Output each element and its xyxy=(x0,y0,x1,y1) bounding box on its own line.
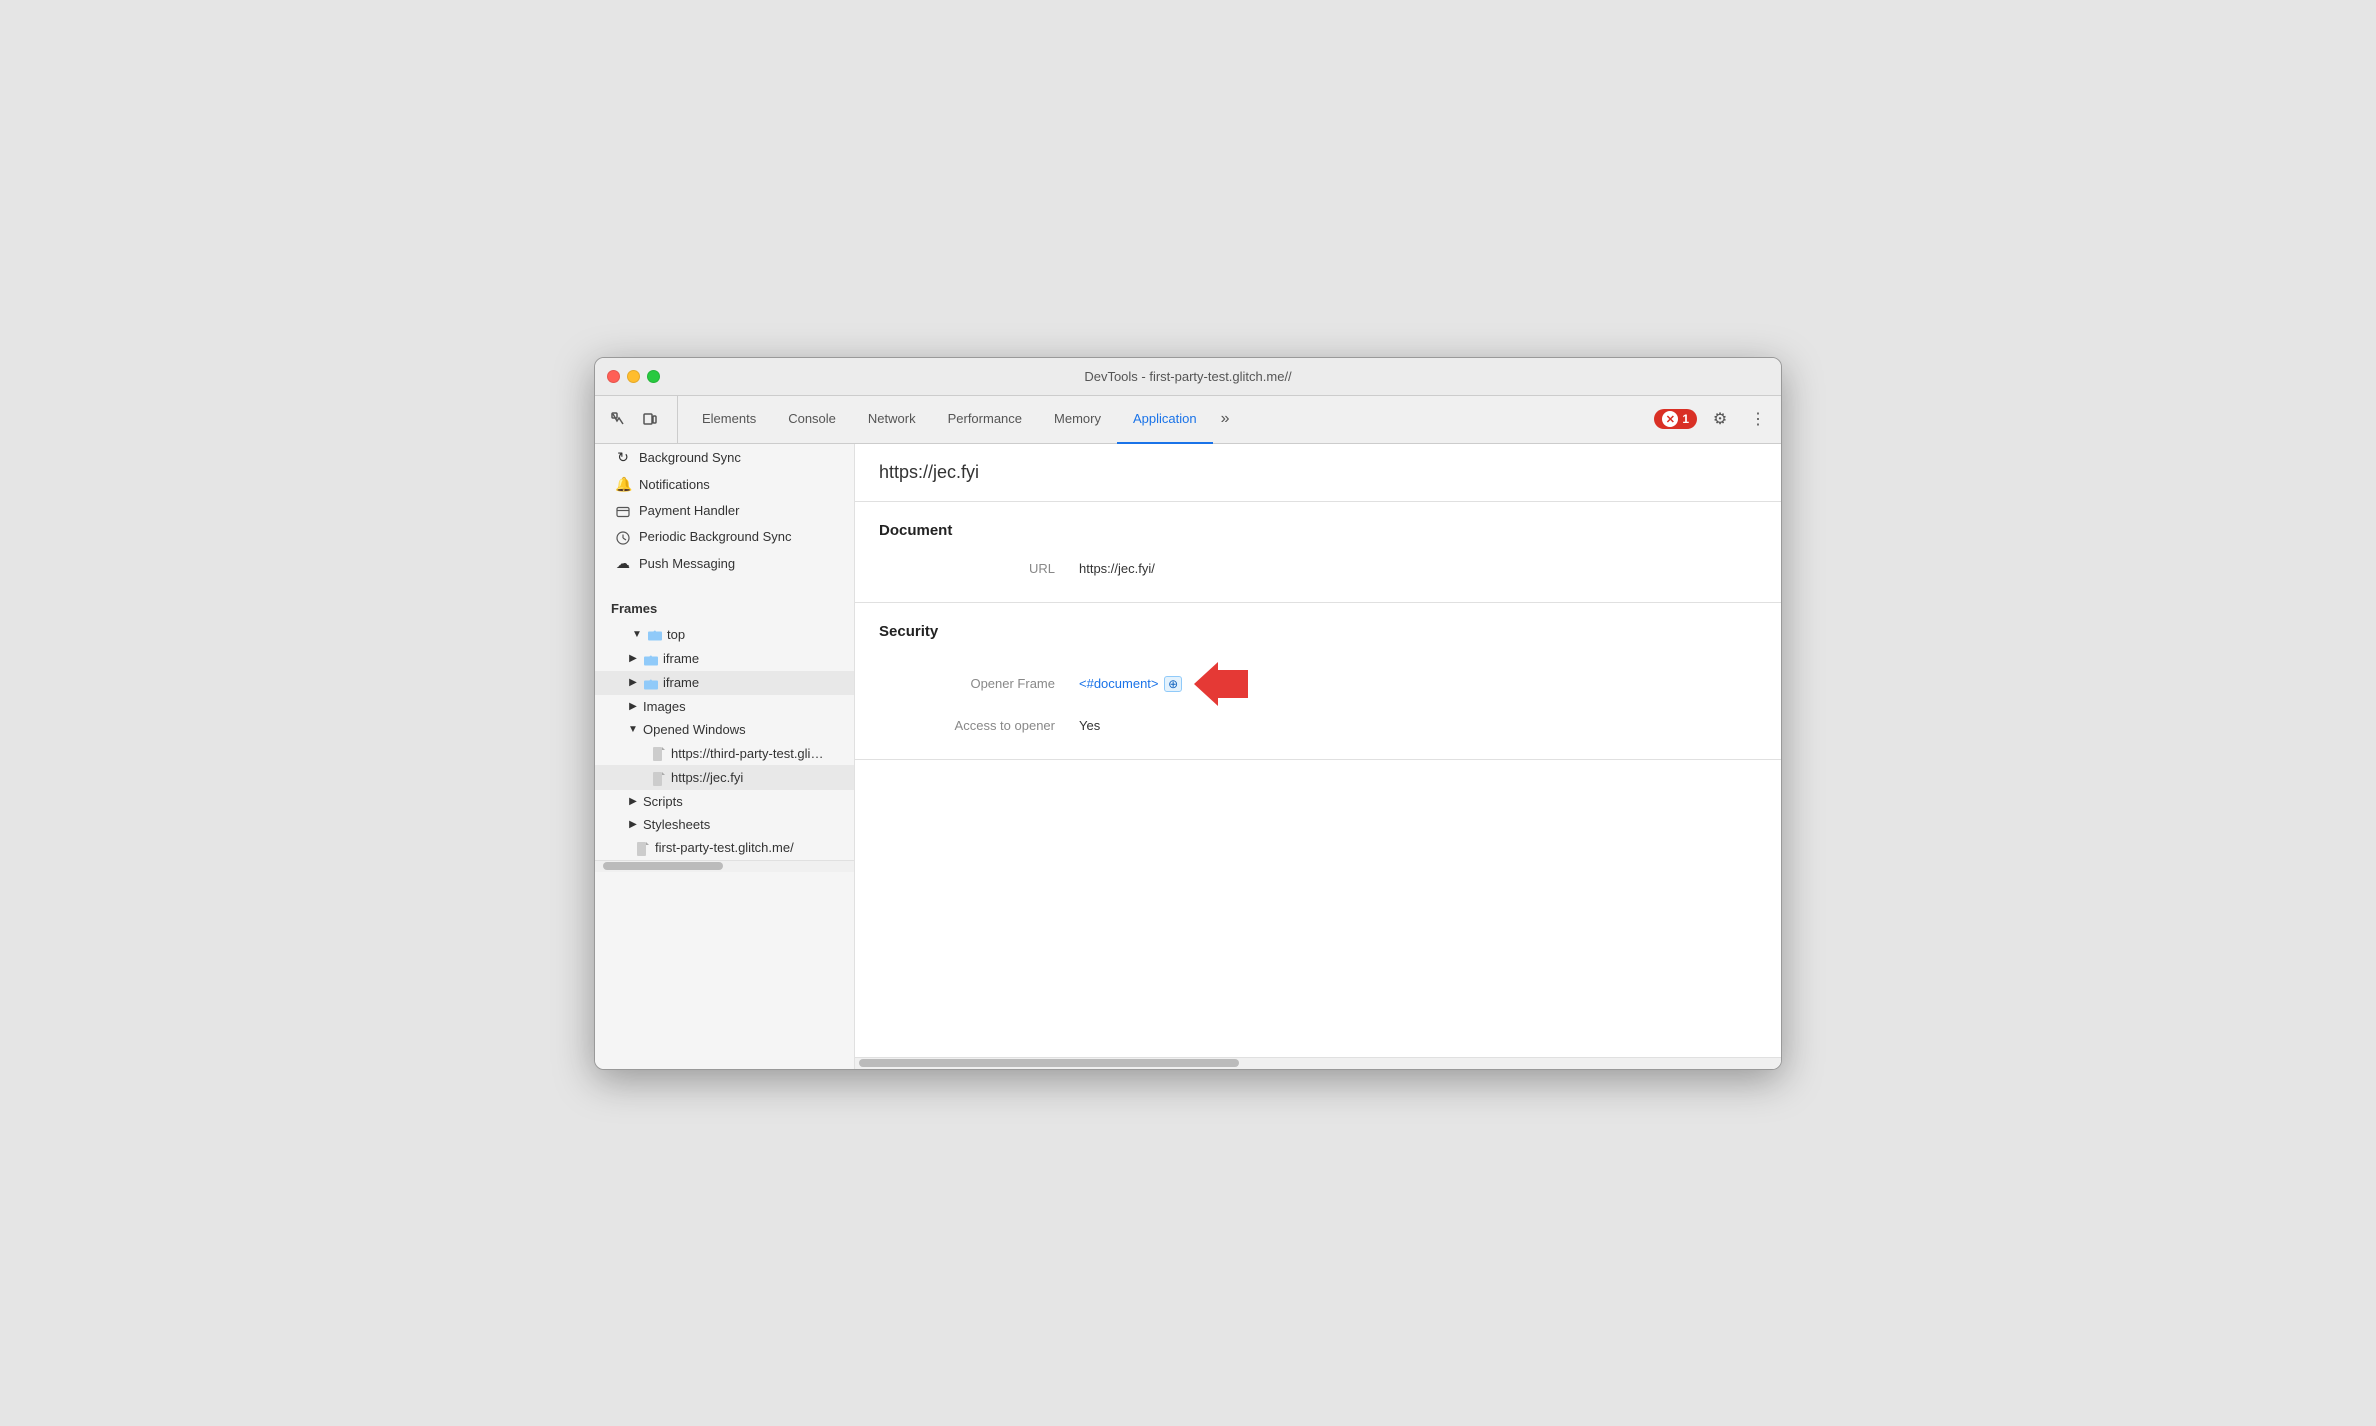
toggle-iframe-2[interactable]: ▶ xyxy=(627,677,639,689)
tree-item-scripts[interactable]: ▶ Scripts xyxy=(595,790,854,813)
tree-item-jec-fyi[interactable]: https://jec.fyi xyxy=(595,765,854,789)
content-scrollbar[interactable] xyxy=(855,1057,1781,1069)
opener-frame-row: Opener Frame <#document> ⊕ xyxy=(879,656,1757,712)
tree-item-images[interactable]: ▶ Images xyxy=(595,695,854,718)
toggle-stylesheets[interactable]: ▶ xyxy=(627,818,639,830)
file-icon-jec-fyi xyxy=(651,769,667,785)
folder-icon-top xyxy=(647,626,663,642)
access-opener-label: Access to opener xyxy=(879,718,1079,733)
tab-elements[interactable]: Elements xyxy=(686,396,772,444)
title-bar: DevTools - first-party-test.glitch.me// xyxy=(595,358,1781,396)
section-security-title: Security xyxy=(879,623,1757,640)
content-scroll-thumb[interactable] xyxy=(859,1059,1239,1067)
tab-performance[interactable]: Performance xyxy=(932,396,1038,444)
sidebar: ↻ Background Sync 🔔 Notifications Paymen… xyxy=(595,444,855,1069)
content-url: https://jec.fyi xyxy=(855,444,1781,502)
error-icon: ✕ xyxy=(1662,411,1678,427)
access-opener-row: Access to opener Yes xyxy=(879,712,1757,739)
minimize-button[interactable] xyxy=(627,370,640,383)
more-tabs-button[interactable]: » xyxy=(1213,396,1238,443)
clock-icon xyxy=(615,529,631,545)
tree-item-first-party[interactable]: first-party-test.glitch.me/ xyxy=(595,836,854,860)
tab-memory[interactable]: Memory xyxy=(1038,396,1117,444)
sidebar-item-payment-handler[interactable]: Payment Handler xyxy=(595,498,854,524)
toggle-top[interactable]: ▼ xyxy=(631,628,643,640)
sidebar-item-push-messaging[interactable]: ☁ Push Messaging xyxy=(595,550,854,577)
file-icon-third-party xyxy=(651,745,667,761)
red-arrow-indicator xyxy=(1194,662,1248,706)
section-document-title: Document xyxy=(879,522,1757,539)
tab-application[interactable]: Application xyxy=(1117,396,1213,444)
sidebar-item-notifications[interactable]: 🔔 Notifications xyxy=(595,471,854,498)
document-url-row: URL https://jec.fyi/ xyxy=(879,555,1757,582)
access-opener-value: Yes xyxy=(1079,718,1100,733)
tab-console[interactable]: Console xyxy=(772,396,852,444)
close-button[interactable] xyxy=(607,370,620,383)
tree-item-iframe-1[interactable]: ▶ iframe xyxy=(595,646,854,670)
document-url-value: https://jec.fyi/ xyxy=(1079,561,1155,576)
toggle-scripts[interactable]: ▶ xyxy=(627,795,639,807)
tree-item-third-party[interactable]: https://third-party-test.glitch.me/p xyxy=(595,741,854,765)
sidebar-item-periodic-bg-sync[interactable]: Periodic Background Sync xyxy=(595,524,854,550)
settings-button[interactable]: ⚙ xyxy=(1705,404,1735,434)
cloud-icon: ☁ xyxy=(615,555,631,572)
document-url-label: URL xyxy=(879,561,1079,576)
content-panel: https://jec.fyi Document URL https://jec… xyxy=(855,444,1781,1069)
credit-card-icon xyxy=(615,503,631,519)
opener-frame-label: Opener Frame xyxy=(879,676,1079,691)
error-badge[interactable]: ✕ 1 xyxy=(1654,409,1697,429)
frames-section: Frames xyxy=(595,589,854,622)
toggle-images[interactable]: ▶ xyxy=(627,700,639,712)
toggle-iframe-1[interactable]: ▶ xyxy=(627,653,639,665)
toolbar: Elements Console Network Performance Mem… xyxy=(595,396,1781,444)
opener-frame-link[interactable]: <#document> ⊕ xyxy=(1079,676,1182,692)
sidebar-scroll-thumb[interactable] xyxy=(603,862,723,870)
sidebar-scrollbar[interactable] xyxy=(595,860,854,872)
inspector-tool[interactable] xyxy=(603,404,633,434)
maximize-button[interactable] xyxy=(647,370,660,383)
nav-tabs: Elements Console Network Performance Mem… xyxy=(686,396,1654,443)
tree-item-top[interactable]: ▼ top xyxy=(595,622,854,646)
tree-item-stylesheets[interactable]: ▶ Stylesheets xyxy=(595,813,854,836)
devtools-tools xyxy=(603,396,678,443)
more-options-button[interactable]: ⋮ xyxy=(1743,404,1773,434)
sync-icon: ↻ xyxy=(615,449,631,466)
folder-icon-iframe-2 xyxy=(643,675,659,691)
section-security: Security Opener Frame <#document> ⊕ xyxy=(855,603,1781,760)
section-document: Document URL https://jec.fyi/ xyxy=(855,502,1781,603)
bell-icon: 🔔 xyxy=(615,476,631,493)
tree-item-iframe-2[interactable]: ▶ iframe xyxy=(595,671,854,695)
devtools-window: DevTools - first-party-test.glitch.me// … xyxy=(594,357,1782,1070)
folder-icon-iframe-1 xyxy=(643,650,659,666)
tab-network[interactable]: Network xyxy=(852,396,932,444)
tree-item-opened-windows[interactable]: ▼ Opened Windows xyxy=(595,718,854,741)
device-toolbar-tool[interactable] xyxy=(635,404,665,434)
traffic-lights xyxy=(607,370,660,383)
main-content: ↻ Background Sync 🔔 Notifications Paymen… xyxy=(595,444,1781,1069)
sidebar-item-background-sync[interactable]: ↻ Background Sync xyxy=(595,444,854,471)
toolbar-right: ✕ 1 ⚙ ⋮ xyxy=(1654,396,1773,443)
file-icon-first-party xyxy=(635,840,651,856)
window-title: DevTools - first-party-test.glitch.me// xyxy=(1084,369,1291,384)
toggle-opened-windows[interactable]: ▼ xyxy=(627,723,639,735)
